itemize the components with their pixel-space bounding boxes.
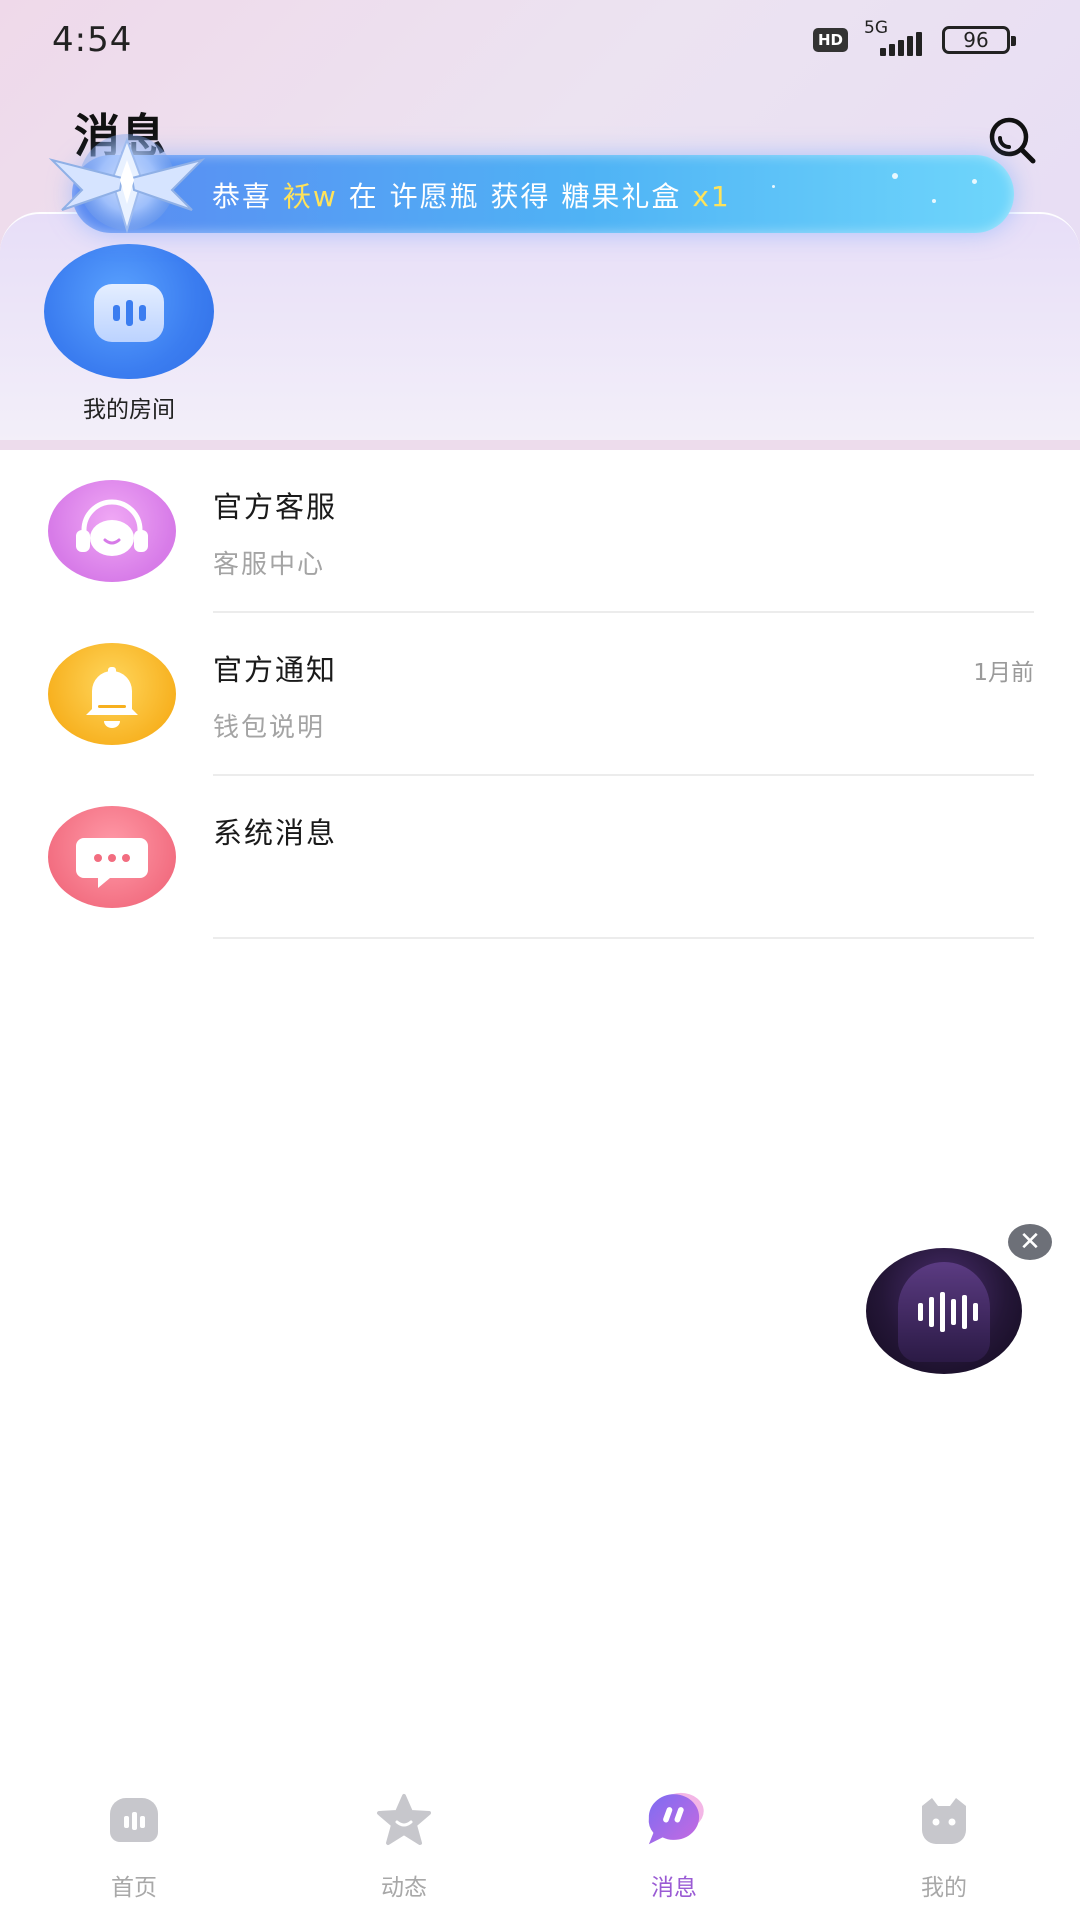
battery-level: 96	[963, 28, 989, 52]
banner-middle: 在 许愿瓶 获得 糖果礼盒	[337, 180, 693, 213]
list-item-official-notice[interactable]: 官方通知 钱包说明 1月前	[0, 613, 1080, 776]
banner-text: 恭喜 袄w 在 许愿瓶 获得 糖果礼盒 x1	[212, 175, 731, 215]
star-icon	[377, 1794, 431, 1845]
signal-icon: 5G	[862, 18, 928, 56]
banner-prefix: 恭喜	[212, 180, 283, 213]
status-indicators: HD 5G 96	[812, 18, 1016, 56]
list-item-system-message[interactable]: 系统消息	[0, 776, 1080, 939]
chat-bubble-avatar-icon	[48, 806, 176, 908]
message-title: 系统消息	[213, 816, 338, 850]
floating-room-bubble[interactable]	[866, 1248, 1022, 1374]
hd-badge: HD	[812, 28, 848, 52]
tab-label: 我的	[921, 1875, 967, 1901]
message-list: 官方客服 客服中心 官方通知 钱包说明 1月前 系统消息	[0, 450, 1080, 939]
close-floating-room-button[interactable]: ✕	[1008, 1224, 1052, 1260]
tab-feed[interactable]: 动态	[324, 1770, 484, 1920]
win-announcement-banner[interactable]: 恭喜 袄w 在 许愿瓶 获得 糖果礼盒 x1	[72, 155, 1014, 233]
message-title: 官方客服	[213, 490, 338, 524]
headset-avatar-icon	[48, 480, 176, 582]
status-time: 4:54	[52, 20, 133, 60]
search-icon[interactable]	[986, 114, 1038, 166]
message-icon	[648, 1792, 704, 1845]
tab-messages[interactable]: 消息	[594, 1770, 754, 1920]
bottom-nav: 首页 动态 消息 我的	[0, 1770, 1080, 1920]
my-room-label: 我的房间	[83, 397, 175, 423]
profile-icon	[922, 1798, 966, 1844]
tab-profile[interactable]: 我的	[864, 1770, 1024, 1920]
tab-label: 首页	[111, 1875, 157, 1901]
message-subtitle: 客服中心	[213, 550, 326, 580]
list-separator	[213, 937, 1034, 939]
home-icon	[110, 1798, 158, 1842]
message-time: 1月前	[973, 660, 1034, 686]
my-room-button[interactable]: 我的房间	[44, 244, 214, 424]
message-subtitle: 钱包说明	[213, 713, 326, 743]
tab-label: 动态	[381, 1875, 427, 1901]
crystal-wings-icon	[48, 134, 206, 234]
message-title: 官方通知	[213, 653, 338, 687]
tab-home[interactable]: 首页	[54, 1770, 214, 1920]
voice-room-icon	[44, 244, 214, 379]
tab-label: 消息	[651, 1875, 697, 1901]
list-item-customer-service[interactable]: 官方客服 客服中心	[0, 450, 1080, 613]
banner-user: 袄w	[282, 180, 338, 213]
audio-wave-icon	[918, 1290, 978, 1334]
status-bar: 4:54 HD 5G 96	[0, 0, 1080, 84]
section-divider	[0, 440, 1080, 450]
banner-count: x1	[692, 180, 731, 213]
bell-avatar-icon	[48, 643, 176, 745]
battery-icon: 96	[942, 26, 1016, 54]
